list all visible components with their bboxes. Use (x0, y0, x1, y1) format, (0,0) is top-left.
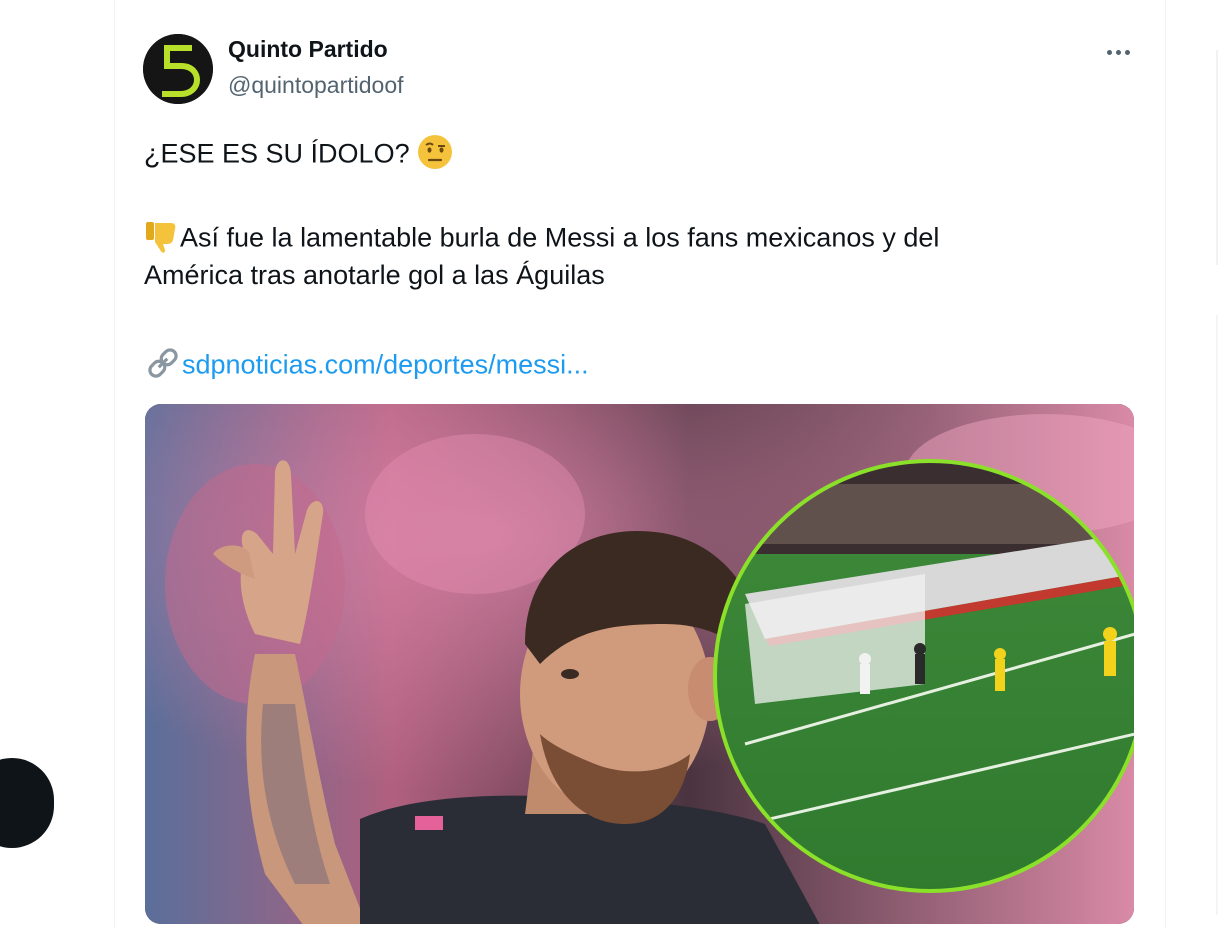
sidebar-divider-lower (1216, 315, 1218, 915)
more-options-icon-dot (1124, 49, 1130, 55)
tweet-text-line-1: ¿ESE ES SU ÍDOLO? (144, 134, 453, 177)
face-with-raised-eyebrow-icon (417, 134, 453, 177)
avatar[interactable] (143, 34, 213, 104)
more-options-icon (1106, 49, 1112, 55)
tweet-text-line-2: Así fue la lamentable burla de Messi a l… (144, 218, 939, 261)
more-options-icon-dot (1115, 49, 1121, 55)
thumbs-down-icon (144, 218, 180, 261)
author-name[interactable]: Quinto Partido (228, 36, 388, 63)
quinto-partido-logo-icon (143, 34, 213, 104)
tweet-body-line-2: América tras anotarle gol a las Águilas (144, 260, 605, 290)
link-icon (144, 344, 182, 389)
player-celebration-photo-with-inset-goal-replay (145, 404, 1134, 924)
tweet-link-row[interactable]: sdpnoticias.com/deportes/messi... (144, 344, 589, 389)
floating-action-button[interactable] (0, 758, 54, 848)
sidebar-divider (1216, 50, 1218, 265)
tweet-body-line-1: Así fue la lamentable burla de Messi a l… (180, 222, 940, 253)
tweet-media-image[interactable] (145, 404, 1134, 924)
tweet-headline: ¿ESE ES SU ÍDOLO? (144, 138, 418, 169)
author-handle[interactable]: @quintopartidoof (228, 72, 404, 99)
article-link[interactable]: sdpnoticias.com/deportes/messi... (182, 350, 589, 380)
more-options-button[interactable] (1100, 36, 1136, 68)
